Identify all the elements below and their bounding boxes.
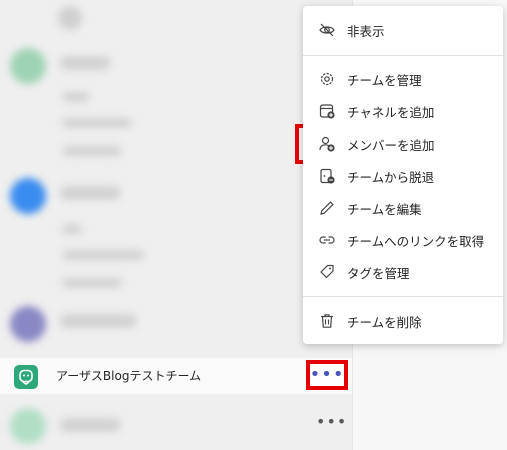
- team-row[interactable]: アーザスBlogテストチーム: [0, 358, 352, 394]
- menu-divider: [303, 296, 503, 297]
- menu-item-get-link[interactable]: チームへのリンクを取得: [303, 224, 503, 256]
- menu-item-label: メンバーを追加: [347, 137, 435, 153]
- trash-icon: [317, 311, 337, 331]
- menu-item-label: チームを削除: [347, 314, 422, 330]
- menu-item-label: チームから脱退: [347, 169, 435, 185]
- menu-item-manage-tags[interactable]: タグを管理: [303, 256, 503, 288]
- menu-item-hide[interactable]: 非表示: [303, 14, 503, 46]
- team-avatar: [14, 365, 38, 389]
- tag-icon: [317, 262, 337, 282]
- eye-off-icon: [317, 20, 337, 40]
- add-channel-icon: [317, 101, 337, 121]
- menu-item-label: チームへのリンクを取得: [347, 233, 485, 249]
- menu-item-delete-team[interactable]: チームを削除: [303, 305, 503, 337]
- menu-item-label: チャネルを追加: [347, 104, 435, 120]
- leave-icon: [317, 166, 337, 186]
- team-avatar-icon: [19, 369, 33, 385]
- pencil-icon: [317, 198, 337, 218]
- menu-item-edit-team[interactable]: チームを編集: [303, 192, 503, 224]
- menu-item-manage-team[interactable]: チームを管理: [303, 63, 503, 95]
- next-team-more-options-button[interactable]: •••: [316, 412, 347, 431]
- menu-item-label: チームを管理: [347, 72, 422, 88]
- link-icon: [317, 230, 337, 250]
- team-name: アーザスBlogテストチーム: [56, 369, 202, 383]
- teams-sidebar: アーザスBlogテストチーム ••• •••: [0, 0, 352, 450]
- gear-icon: [317, 69, 337, 89]
- more-options-button[interactable]: •••: [306, 360, 348, 390]
- team-context-menu: 非表示 チームを管理 チャネルを追加 メンバーを追加 チームから脱退 チームを編…: [303, 6, 503, 344]
- menu-item-label: チームを編集: [347, 201, 422, 217]
- menu-item-label: 非表示: [347, 23, 385, 39]
- menu-item-label: タグを管理: [347, 265, 410, 281]
- add-person-icon: [317, 134, 337, 154]
- menu-divider: [303, 55, 503, 56]
- menu-item-leave-team[interactable]: チームから脱退: [303, 160, 503, 192]
- menu-item-add-member[interactable]: メンバーを追加: [303, 128, 503, 160]
- menu-item-add-channel[interactable]: チャネルを追加: [303, 95, 503, 127]
